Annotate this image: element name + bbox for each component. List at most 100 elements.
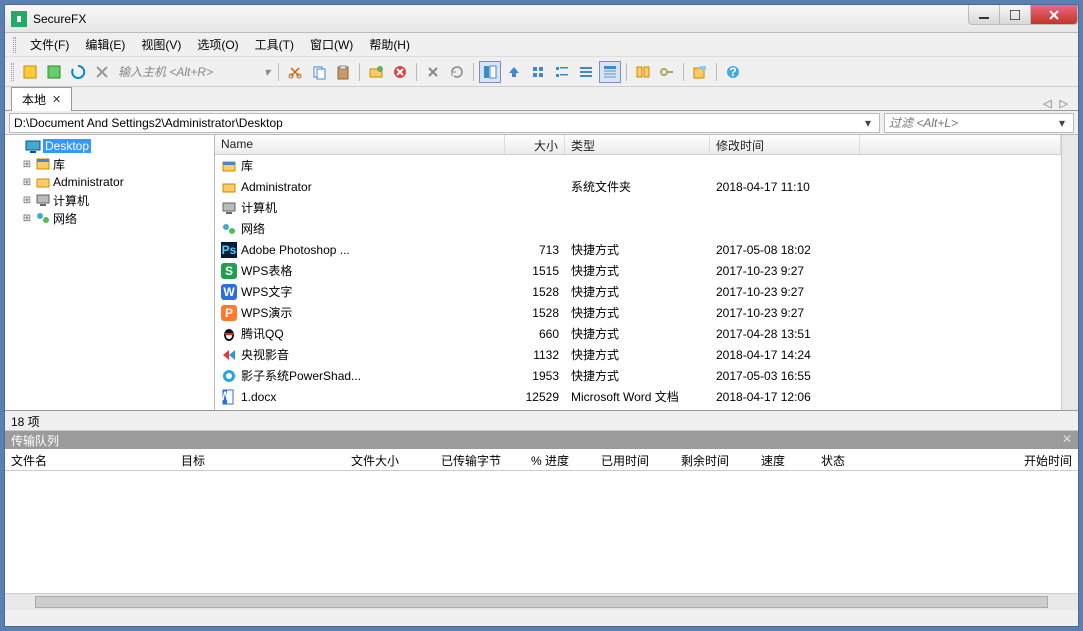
qcol-speed[interactable]: 速度 [755,449,815,470]
col-time[interactable]: 修改时间 [710,135,860,154]
table-row[interactable]: PWPS演示1528快捷方式2017-10-23 9:27 [215,302,1061,323]
queue-columns: 文件名 目标 文件大小 已传输字节 % 进度 已用时间 剩余时间 速度 状态 开… [5,449,1078,471]
file-time: 2017-10-23 9:27 [710,285,860,299]
queue-body[interactable] [5,471,1078,593]
file-list: Name 大小 类型 修改时间 库Administrator系统文件夹2018-… [215,135,1078,410]
expander-icon[interactable]: ⊞ [21,213,33,224]
close-button[interactable] [1030,5,1078,25]
queue-close-icon[interactable]: ✕ [1062,432,1072,448]
tree-node-desktop[interactable]: Desktop [7,137,212,155]
table-row[interactable]: W1.docx12529Microsoft Word 文档2018-04-17 … [215,386,1061,407]
file-size: 660 [505,327,565,341]
qcol-elapsed[interactable]: 已用时间 [595,449,675,470]
path-box[interactable]: ▾ [9,113,880,133]
folder-user-icon [221,179,237,195]
tree-node-lib[interactable]: ⊞ 库 [7,155,212,173]
table-row[interactable]: WWPS文字1528快捷方式2017-10-23 9:27 [215,281,1061,302]
file-type: 快捷方式 [565,367,710,384]
file-type: 快捷方式 [565,262,710,279]
delete-icon[interactable] [389,61,411,83]
menu-view[interactable]: 视图(V) [135,34,187,55]
qcol-status[interactable]: 状态 [815,449,875,470]
filter-box[interactable]: ▾ [884,113,1074,133]
desktop-icon [25,138,41,154]
view-large-icon[interactable] [527,61,549,83]
qcol-size[interactable]: 文件大小 [345,449,435,470]
table-row[interactable]: 库 [215,155,1061,176]
path-dropdown-icon[interactable]: ▾ [861,116,875,130]
folder-tree[interactable]: Desktop ⊞ 库 ⊞ Administrator ⊞ 计算机 ⊞ 网络 [5,135,215,410]
filter-dropdown-icon[interactable]: ▾ [1055,116,1069,130]
paste-icon[interactable] [332,61,354,83]
table-row[interactable]: 计算机 [215,197,1061,218]
table-row[interactable]: 腾讯QQ660快捷方式2017-04-28 13:51 [215,323,1061,344]
options-icon[interactable] [689,61,711,83]
table-row[interactable]: 网络 [215,218,1061,239]
folder-lib-icon [221,158,237,174]
qcol-filename[interactable]: 文件名 [5,449,175,470]
qcol-remain[interactable]: 剩余时间 [675,449,755,470]
disconnect-icon[interactable] [91,61,113,83]
menu-options[interactable]: 选项(O) [191,34,244,55]
minimize-button[interactable] [968,5,1000,25]
tree-node-computer[interactable]: ⊞ 计算机 [7,191,212,209]
copy-icon[interactable] [308,61,330,83]
cut-icon[interactable] [284,61,306,83]
table-row[interactable]: 影子系统PowerShad...1953快捷方式2017-05-03 16:55 [215,365,1061,386]
vertical-scrollbar[interactable] [1061,135,1078,410]
expander-icon[interactable]: ⊞ [21,177,33,188]
tab-prev-icon[interactable]: ◁ [1039,97,1055,110]
file-name: 腾讯QQ [241,325,284,342]
key-icon[interactable] [656,61,678,83]
menu-tools[interactable]: 工具(T) [249,34,300,55]
layout-up-icon[interactable] [503,61,525,83]
tree-node-admin[interactable]: ⊞ Administrator [7,173,212,191]
view-small-icon[interactable] [551,61,573,83]
menu-window[interactable]: 窗口(W) [304,34,359,55]
list-body[interactable]: 库Administrator系统文件夹2018-04-17 11:10计算机网络… [215,155,1061,410]
menu-edit[interactable]: 编辑(E) [79,34,131,55]
queue-hscrollbar[interactable] [5,593,1078,610]
qcol-start[interactable]: 开始时间 [875,449,1078,470]
col-type[interactable]: 类型 [565,135,710,154]
toolbar-grip[interactable] [11,63,14,81]
view-details-icon[interactable] [599,61,621,83]
expander-icon[interactable]: ⊞ [21,159,33,170]
help-icon[interactable]: ? [722,61,744,83]
quick-connect-icon[interactable] [43,61,65,83]
new-folder-icon[interactable] [365,61,387,83]
file-size: 1515 [505,264,565,278]
expander-icon[interactable]: ⊞ [21,195,33,206]
cancel-icon[interactable] [422,61,444,83]
layout-side-icon[interactable] [479,61,501,83]
refresh-icon[interactable] [446,61,468,83]
table-row[interactable]: SWPS表格1515快捷方式2017-10-23 9:27 [215,260,1061,281]
tab-local[interactable]: 本地 ✕ [11,87,72,111]
qcol-target[interactable]: 目标 [175,449,345,470]
menu-file[interactable]: 文件(F) [24,34,75,55]
path-row: ▾ ▾ [5,111,1078,135]
maximize-button[interactable] [999,5,1031,25]
col-name[interactable]: Name [215,135,505,154]
view-list-icon[interactable] [575,61,597,83]
status-text: 18 项 [11,415,40,429]
tree-node-network[interactable]: ⊞ 网络 [7,209,212,227]
table-row[interactable]: 央视影音1132快捷方式2018-04-17 14:24 [215,344,1061,365]
tab-next-icon[interactable]: ▷ [1056,97,1072,110]
tab-close-icon[interactable]: ✕ [52,93,61,106]
qcol-xferred[interactable]: 已传输字节 [435,449,525,470]
table-row[interactable]: PsAdobe Photoshop ...713快捷方式2017-05-08 1… [215,239,1061,260]
table-row[interactable]: Administrator系统文件夹2018-04-17 11:10 [215,176,1061,197]
connect-icon[interactable] [19,61,41,83]
menubar-grip[interactable] [13,37,16,53]
col-size[interactable]: 大小 [505,135,565,154]
sync-icon[interactable] [632,61,654,83]
reconnect-icon[interactable] [67,61,89,83]
window-controls [969,5,1078,32]
host-placeholder: 输入主机 <Alt+R> [118,63,213,80]
filter-input[interactable] [889,116,1055,130]
qcol-pct[interactable]: % 进度 [525,449,595,470]
host-input[interactable]: 输入主机 <Alt+R>▾ [114,63,274,80]
path-input[interactable] [14,116,861,130]
menu-help[interactable]: 帮助(H) [363,34,416,55]
